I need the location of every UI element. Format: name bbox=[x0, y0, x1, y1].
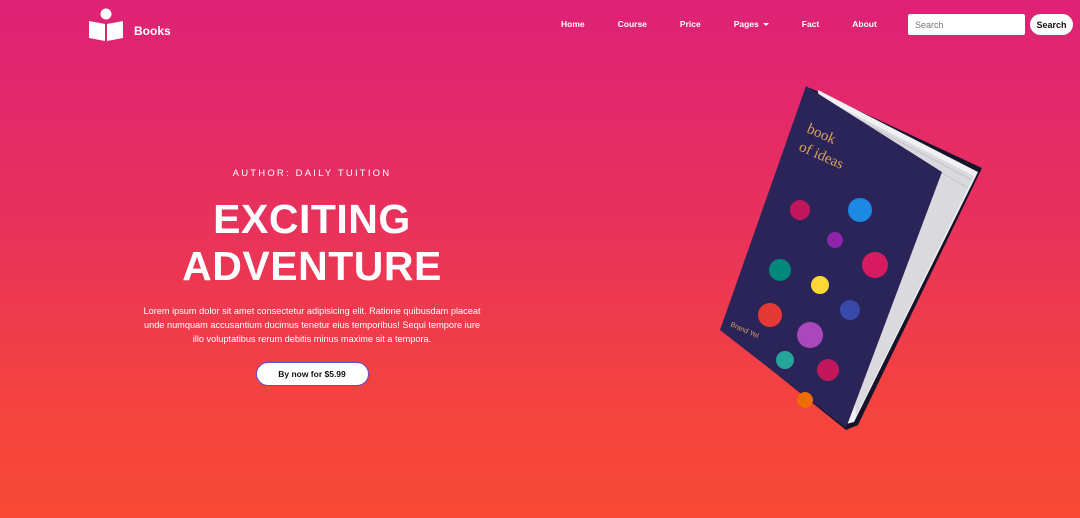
navbar: Books Home Course Price Pages Fact About… bbox=[0, 0, 1080, 50]
hero-title-line1: EXCITING bbox=[213, 196, 411, 242]
search-button[interactable]: Search bbox=[1030, 14, 1073, 35]
hero-title: EXCITING ADVENTURE bbox=[120, 196, 504, 290]
nav-link-pages[interactable]: Pages bbox=[734, 19, 769, 29]
nav-link-pages-label: Pages bbox=[733, 19, 759, 29]
nav-link-home[interactable]: Home bbox=[561, 19, 585, 29]
search-input[interactable] bbox=[908, 14, 1025, 35]
brand-link[interactable]: Books bbox=[88, 8, 171, 42]
chevron-down-icon bbox=[762, 22, 769, 26]
book-image: book of ideas Brand Yel bbox=[720, 86, 982, 430]
book-reader-icon bbox=[89, 8, 123, 41]
brand-name: Books bbox=[134, 24, 171, 38]
hero-author: AUTHOR: DAILY TUITION bbox=[232, 168, 392, 179]
hero-section: AUTHOR: DAILY TUITION EXCITING ADVENTURE… bbox=[120, 168, 504, 386]
buy-now-button[interactable]: By now for $5.99 bbox=[255, 362, 369, 386]
nav-link-course[interactable]: Course bbox=[618, 19, 647, 29]
nav-link-price[interactable]: Price bbox=[680, 19, 701, 29]
hero-description: Lorem ipsum dolor sit amet consectetur a… bbox=[143, 306, 481, 344]
nav-link-fact[interactable]: Fact bbox=[802, 19, 819, 29]
nav-link-about[interactable]: About bbox=[852, 19, 877, 29]
nav-menu: Home Course Price Pages Fact About bbox=[561, 19, 910, 29]
hero-title-line2: ADVENTURE bbox=[182, 243, 442, 289]
